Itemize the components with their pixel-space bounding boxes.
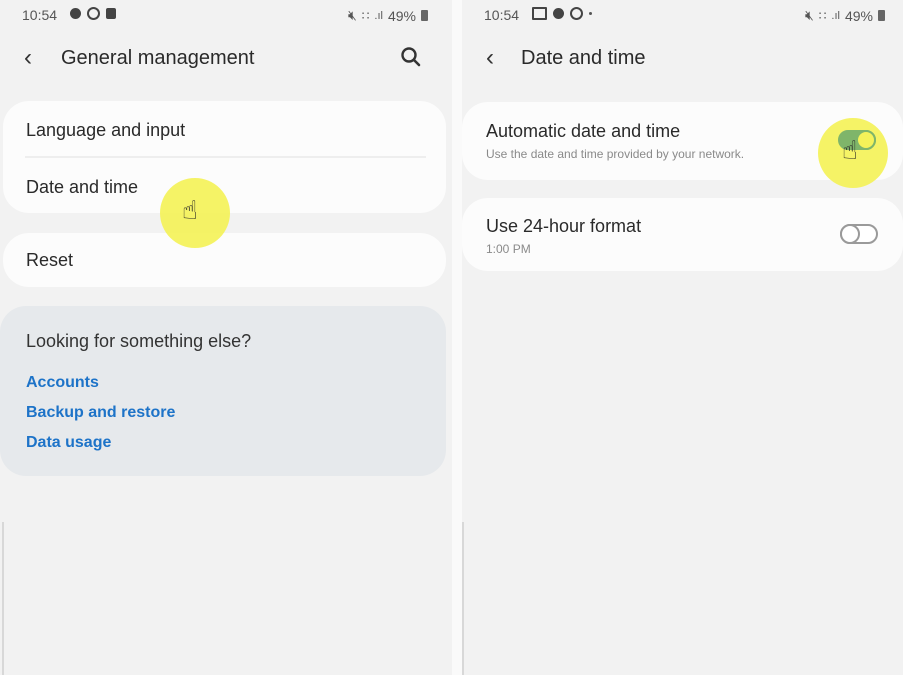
suggestions-heading: Looking for something else? xyxy=(26,331,252,351)
setting-24-hour-format[interactable]: Use 24-hour format 1:00 PM xyxy=(462,198,903,271)
sync-ring-icon xyxy=(87,7,100,20)
link-backup-and-restore[interactable]: Backup and restore xyxy=(26,404,175,422)
status-time: 10:54 xyxy=(484,7,520,23)
hand-pointer-icon: ☝︎ xyxy=(842,135,858,165)
battery-icon xyxy=(421,10,428,21)
status-bar: 10:54 🔇︎ ∷ .ıl 49% xyxy=(462,5,903,25)
page-title: Date and time xyxy=(521,47,646,69)
setting-description: Use the date and time provided by your n… xyxy=(486,147,745,161)
signal-icon: .ıl xyxy=(831,9,840,22)
sync-ring-icon xyxy=(570,7,583,20)
mute-icon: 🔇︎ xyxy=(804,7,814,23)
app-header: ‹ General management xyxy=(0,40,452,76)
hand-pointer-icon: ☝︎ xyxy=(182,195,198,225)
wifi-icon: ∷ xyxy=(361,8,370,23)
square-notification-icon xyxy=(106,8,116,19)
suggestions-card: Looking for something else? Accounts Bac… xyxy=(0,306,446,476)
status-time: 10:54 xyxy=(22,7,58,23)
panel-edge xyxy=(2,522,4,675)
divider xyxy=(25,156,426,158)
wifi-icon: ∷ xyxy=(818,8,827,23)
setting-label: Use 24-hour format xyxy=(486,216,642,236)
link-accounts[interactable]: Accounts xyxy=(26,374,99,392)
setting-description: 1:00 PM xyxy=(486,242,531,256)
back-chevron-icon[interactable]: ‹ xyxy=(486,44,494,72)
link-data-usage[interactable]: Data usage xyxy=(26,434,111,452)
back-chevron-icon[interactable]: ‹ xyxy=(24,44,32,72)
menu-item-date-and-time[interactable]: Date and time xyxy=(26,177,138,198)
status-bar: 10:54 🔇︎ ∷ .ıl 49% xyxy=(0,5,452,25)
panel-edge xyxy=(462,522,464,675)
battery-icon xyxy=(878,10,885,21)
more-dot-icon xyxy=(589,12,592,15)
battery-percent: 49% xyxy=(844,7,873,24)
mute-icon: 🔇︎ xyxy=(347,7,357,23)
page-title: General management xyxy=(61,47,255,69)
info-dot-icon xyxy=(553,8,564,19)
toggle-24-hour-format[interactable] xyxy=(840,224,878,244)
setting-label: Automatic date and time xyxy=(486,121,681,141)
general-management-screen: 10:54 🔇︎ ∷ .ıl 49% ‹ General management … xyxy=(0,0,452,675)
panel-separator xyxy=(452,0,462,675)
battery-percent: 49% xyxy=(387,7,416,24)
menu-item-reset[interactable]: Reset xyxy=(26,250,73,271)
menu-item-language-and-input[interactable]: Language and input xyxy=(26,120,185,141)
date-and-time-screen: 10:54 🔇︎ ∷ .ıl 49% ‹ Date and time Autom… xyxy=(462,0,903,675)
app-header: ‹ Date and time xyxy=(462,40,903,76)
settings-group-2: Reset xyxy=(3,233,446,287)
image-icon xyxy=(532,7,547,20)
info-dot-icon xyxy=(70,8,81,19)
search-icon[interactable] xyxy=(400,46,422,68)
signal-icon: .ıl xyxy=(374,9,383,22)
